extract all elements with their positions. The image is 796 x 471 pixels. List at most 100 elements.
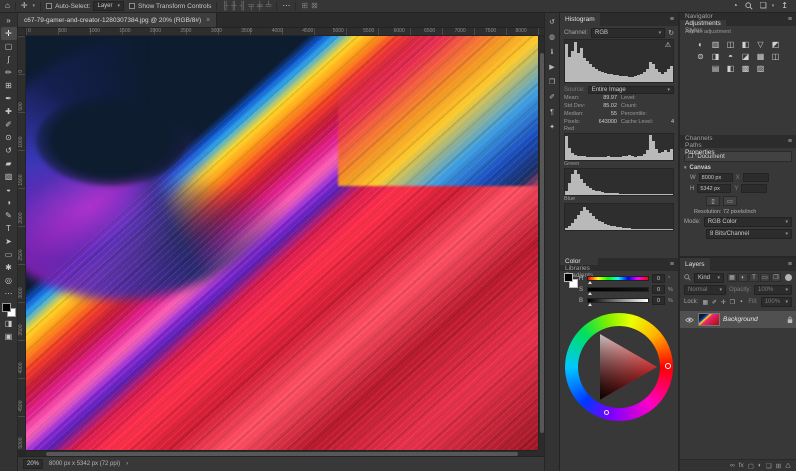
levels-icon[interactable]: ▥ [708,38,723,50]
hue-saturation-icon[interactable]: ◩ [768,38,783,50]
align-bottom-icon[interactable]: ╧ [266,2,272,10]
filter-type-layers-icon[interactable]: T [749,273,759,282]
fill-dropdown[interactable]: 100% ▾ [761,297,792,307]
lasso-tool[interactable]: ʃ [1,53,17,66]
width-field[interactable]: 8000 px [699,173,733,182]
workspace-switcher[interactable]: ❏ ▾ [760,2,775,10]
eraser-tool[interactable]: ▰ [1,157,17,170]
clone-stamp-tool[interactable]: ⊙ [1,131,17,144]
auto-select-dropdown[interactable]: Layer ▾ [93,1,124,11]
layer-visibility-eye-icon[interactable] [683,317,695,323]
panel-menu-icon[interactable]: ≡ [784,258,796,271]
quick-mask-icon[interactable]: ◨ [1,317,17,330]
show-transform-checkbox[interactable] [129,3,135,9]
triangle-selector[interactable] [604,410,609,415]
threshold-icon[interactable]: ◧ [723,62,738,74]
tab-layers[interactable]: Layers [680,258,710,271]
hue-slider[interactable] [587,276,649,281]
brightness-slider[interactable] [587,298,649,303]
link-layers-icon[interactable]: ∞ [730,462,735,469]
panel-menu-icon[interactable]: ≡ [666,13,678,26]
clone-source-panel-icon[interactable]: ❐ [546,77,558,87]
layer-effects-icon[interactable]: fx [739,462,744,469]
color-balance-icon[interactable]: ⊜ [693,50,708,62]
tab-color[interactable]: Color [560,258,598,265]
source-dropdown[interactable]: Entire Image ▾ [588,86,674,94]
pen-tool[interactable]: ✎ [1,209,17,222]
tool-preset[interactable]: ✛ ▾ [21,2,35,10]
status-chevron-icon[interactable]: › [126,461,128,467]
home-icon[interactable]: ⌂ [5,2,10,10]
hue-ring-selector[interactable] [665,363,671,369]
tab-navigator[interactable]: Navigator [680,13,726,20]
layer-filter-dropdown[interactable]: Kind ▾ [694,273,724,283]
slider-thumb[interactable] [588,292,592,295]
new-group-icon[interactable]: ❏ [766,462,772,470]
marquee-tool[interactable]: ▢ [1,40,17,53]
document-properties-row[interactable]: ❐ Document [684,151,792,162]
opacity-dropdown[interactable]: 100% ▾ [754,285,792,295]
move-tool[interactable]: ✛ [1,27,17,40]
vibrance-icon[interactable]: ▽ [753,38,768,50]
height-field[interactable]: 5342 px [697,184,731,193]
info-panel-icon[interactable]: ℹ [546,47,558,57]
share-icon[interactable]: ↥ [781,2,788,10]
panel-menu-icon[interactable]: ≡ [784,13,796,26]
portrait-orientation-button[interactable]: ▯ [706,196,720,206]
history-panel-icon[interactable]: ↺ [546,17,558,27]
history-brush-tool[interactable]: ↺ [1,144,17,157]
color-wheel[interactable] [565,313,673,421]
snap-icon[interactable]: ⊠ [311,2,318,10]
brush-tool[interactable]: ✐ [1,118,17,131]
collapse-tools-icon[interactable]: » [1,14,17,27]
gradient-tool[interactable]: ▨ [1,170,17,183]
screen-mode-icon[interactable]: ▣ [1,330,17,343]
invert-icon[interactable]: ◫ [768,50,783,62]
comments-panel-icon[interactable]: ◍ [546,32,558,42]
saturation-value-field[interactable]: 0 [652,285,665,294]
black-white-icon[interactable]: ◨ [708,50,723,62]
shape-tool[interactable]: ▭ [1,248,17,261]
y-field[interactable] [741,184,767,193]
bit-depth-dropdown[interactable]: 8 Bits/Channel ▾ [706,229,792,239]
healing-brush-tool[interactable]: ✚ [1,105,17,118]
color-mode-dropdown[interactable]: RGB Color ▾ [704,217,792,227]
posterize-icon[interactable]: ▤ [708,62,723,74]
panel-menu-icon[interactable]: ≡ [666,258,678,271]
align-left-icon[interactable]: ╟ [222,2,228,10]
glyphs-panel-icon[interactable]: ✦ [546,122,558,132]
search-icon[interactable] [745,2,753,10]
landscape-orientation-button[interactable]: ▭ [723,196,737,206]
cloud-icon[interactable]: ◔ [733,2,738,10]
path-selection-tool[interactable]: ➤ [1,235,17,248]
slider-thumb[interactable] [588,281,592,284]
uncached-refresh-icon[interactable]: ↻ [668,29,674,37]
vertical-ruler[interactable]: 0500100015002000250030003500400045005000 [18,36,26,450]
align-center-h-icon[interactable]: ╫ [231,2,237,10]
lock-artboard-icon[interactable]: ❐ [728,299,736,306]
section-collapse-icon[interactable]: ▾ [684,165,687,171]
channel-mixer-icon[interactable]: ◪ [738,50,753,62]
hand-tool[interactable]: ✱ [1,261,17,274]
new-adjustment-icon[interactable]: ◐ [758,462,762,469]
lock-pixels-icon[interactable]: ✐ [710,299,718,306]
selective-color-icon[interactable]: ▨ [753,62,768,74]
actions-panel-icon[interactable]: ▶ [546,62,558,72]
edit-toolbar-icon[interactable]: ⋯ [1,287,17,300]
gradient-map-icon[interactable]: ▩ [738,62,753,74]
close-icon[interactable]: × [206,17,210,24]
align-center-v-icon[interactable]: ╪ [257,2,263,10]
crop-tool[interactable]: ⊞ [1,79,17,92]
eyedropper-tool[interactable]: ✒ [1,92,17,105]
lock-all-icon[interactable]: ▪ [737,299,745,306]
tab-channels[interactable]: Channels [680,135,720,142]
hue-value-field[interactable]: 0 [652,274,665,283]
layer-row-background[interactable]: Background [680,311,796,328]
lock-position-icon[interactable]: ✛ [719,299,727,306]
saturation-slider[interactable] [587,287,649,292]
brush-settings-panel-icon[interactable]: ✐ [546,92,558,102]
panel-color-swatches[interactable] [564,273,578,288]
auto-select-checkbox[interactable] [46,3,52,9]
filter-adjustment-layers-icon[interactable]: ◐ [738,273,748,282]
color-swatches[interactable] [2,303,16,317]
